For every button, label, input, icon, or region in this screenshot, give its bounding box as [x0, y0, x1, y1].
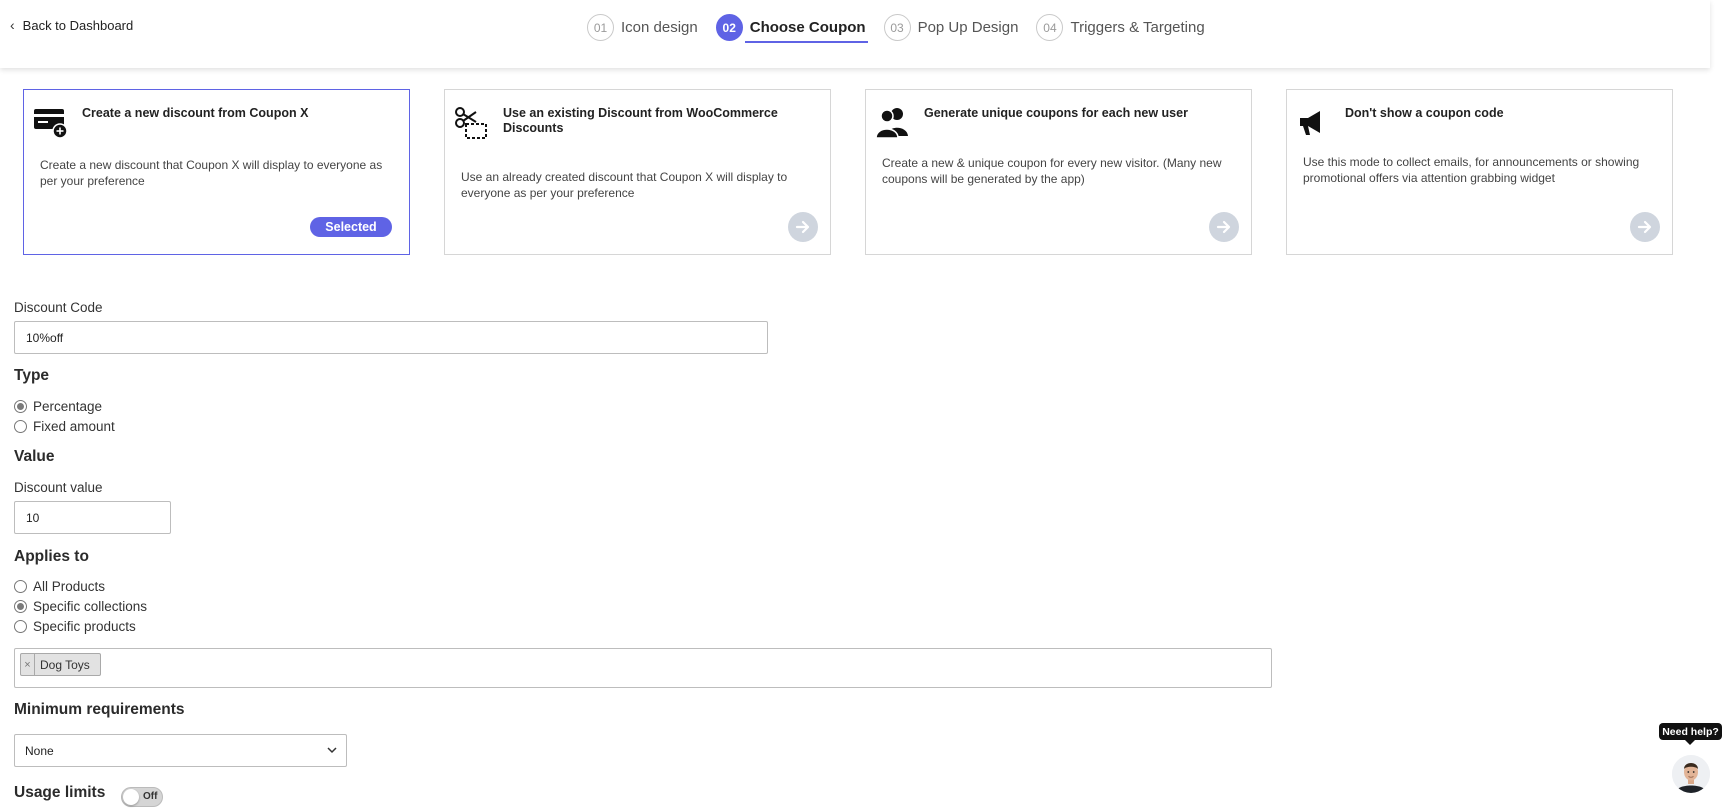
- radio-label: Fixed amount: [33, 419, 115, 434]
- top-header: ‹ Back to Dashboard 01 Icon design 02 Ch…: [0, 0, 1710, 68]
- radio-label: Specific products: [33, 619, 136, 634]
- card-title: Use an existing Discount from WooCommerc…: [503, 106, 778, 135]
- megaphone-icon: [1300, 111, 1320, 135]
- minimum-requirements-heading: Minimum requirements: [14, 701, 185, 718]
- step-number: 03: [883, 14, 911, 41]
- arrow-right-icon: [1637, 220, 1652, 234]
- minimum-requirements-select[interactable]: None: [14, 734, 347, 767]
- step-label: Triggers & Targeting: [1070, 19, 1205, 36]
- step-triggers-targeting[interactable]: 04 Triggers & Targeting: [1036, 13, 1205, 42]
- radio-all-products[interactable]: All Products: [14, 579, 105, 594]
- applies-to-heading: Applies to: [14, 548, 89, 565]
- arrow-right-icon: [1216, 220, 1231, 234]
- tag-label: Dog Toys: [40, 657, 90, 672]
- help-avatar[interactable]: [1672, 755, 1710, 793]
- step-number: 02: [715, 14, 743, 41]
- coupon-type-cards: Create a new discount from Coupon X Crea…: [23, 89, 1673, 255]
- card-description: Use this mode to collect emails, for ann…: [1303, 155, 1640, 185]
- radio-label: Percentage: [33, 399, 103, 414]
- support-agent-avatar-icon: [1672, 755, 1710, 793]
- step-choose-coupon[interactable]: 02 Choose Coupon: [715, 13, 868, 43]
- step-number: 01: [587, 14, 614, 41]
- card-arrow-button[interactable]: [1209, 212, 1239, 242]
- selected-badge: Selected: [310, 217, 392, 237]
- arrow-right-icon: [795, 220, 810, 234]
- step-icon-design[interactable]: 01 Icon design: [587, 13, 698, 42]
- radio-button[interactable]: [14, 420, 27, 433]
- step-label: Pop Up Design: [917, 19, 1019, 36]
- need-help-tooltip: Need help?: [1659, 723, 1722, 745]
- step-label: Icon design: [621, 19, 698, 36]
- type-heading: Type: [14, 367, 50, 384]
- radio-specific-products[interactable]: Specific products: [14, 619, 136, 634]
- radio-button[interactable]: [14, 580, 27, 593]
- card-description: Use an already created discount that Cou…: [461, 170, 788, 200]
- step-pop-up-design[interactable]: 03 Pop Up Design: [883, 13, 1019, 42]
- toggle-knob: [123, 789, 139, 805]
- step-number: 04: [1036, 14, 1064, 41]
- credit-card-plus-icon: [34, 109, 68, 139]
- radio-specific-collections[interactable]: Specific collections: [14, 599, 147, 614]
- radio-button[interactable]: [14, 600, 27, 613]
- radio-label: Specific collections: [33, 599, 148, 614]
- card-new-discount[interactable]: Create a new discount from Coupon X Crea…: [23, 89, 410, 255]
- radio-percentage[interactable]: Percentage: [14, 399, 102, 414]
- card-description: Create a new discount that Coupon X will…: [40, 158, 383, 188]
- toggle-state-label: Off: [143, 791, 158, 802]
- card-title: Create a new discount from Coupon X: [82, 106, 309, 120]
- remove-tag-icon[interactable]: ×: [21, 654, 35, 675]
- discount-code-input[interactable]: [14, 321, 768, 354]
- radio-button[interactable]: [14, 620, 27, 633]
- card-title: Generate unique coupons for each new use…: [924, 106, 1188, 120]
- chevron-left-icon: ‹: [10, 17, 15, 33]
- selected-tag: × Dog Toys: [20, 653, 101, 676]
- discount-value-input[interactable]: [14, 501, 171, 534]
- scissors-coupon-icon: [455, 107, 487, 139]
- discount-value-label: Discount value: [14, 480, 103, 495]
- users-icon: [875, 108, 908, 139]
- value-heading: Value: [14, 448, 55, 465]
- back-link-label: Back to Dashboard: [22, 17, 134, 33]
- radio-label: All Products: [33, 579, 106, 594]
- chevron-down-icon: [327, 747, 337, 754]
- usage-limits-heading: Usage limits: [14, 784, 106, 801]
- card-unique-coupons[interactable]: Generate unique coupons for each new use…: [865, 89, 1252, 255]
- card-no-coupon[interactable]: Don't show a coupon code Use this mode t…: [1286, 89, 1673, 255]
- radio-button[interactable]: [14, 400, 27, 413]
- radio-fixed-amount[interactable]: Fixed amount: [14, 419, 115, 434]
- card-description: Create a new & unique coupon for every n…: [882, 156, 1222, 186]
- back-to-dashboard-link[interactable]: ‹ Back to Dashboard: [10, 17, 133, 33]
- card-arrow-button[interactable]: [1630, 212, 1660, 242]
- select-value: None: [25, 743, 54, 758]
- card-title: Don't show a coupon code: [1345, 106, 1504, 120]
- card-existing-discount[interactable]: Use an existing Discount from WooCommerc…: [444, 89, 831, 255]
- discount-code-label: Discount Code: [14, 300, 103, 315]
- usage-limits-toggle[interactable]: Off: [121, 787, 163, 807]
- card-arrow-button[interactable]: [788, 212, 818, 242]
- wizard-steps: 01 Icon design 02 Choose Coupon 03 Pop U…: [587, 13, 1223, 43]
- step-label: Choose Coupon: [749, 19, 866, 36]
- collections-multiselect[interactable]: × Dog Toys: [14, 648, 1272, 688]
